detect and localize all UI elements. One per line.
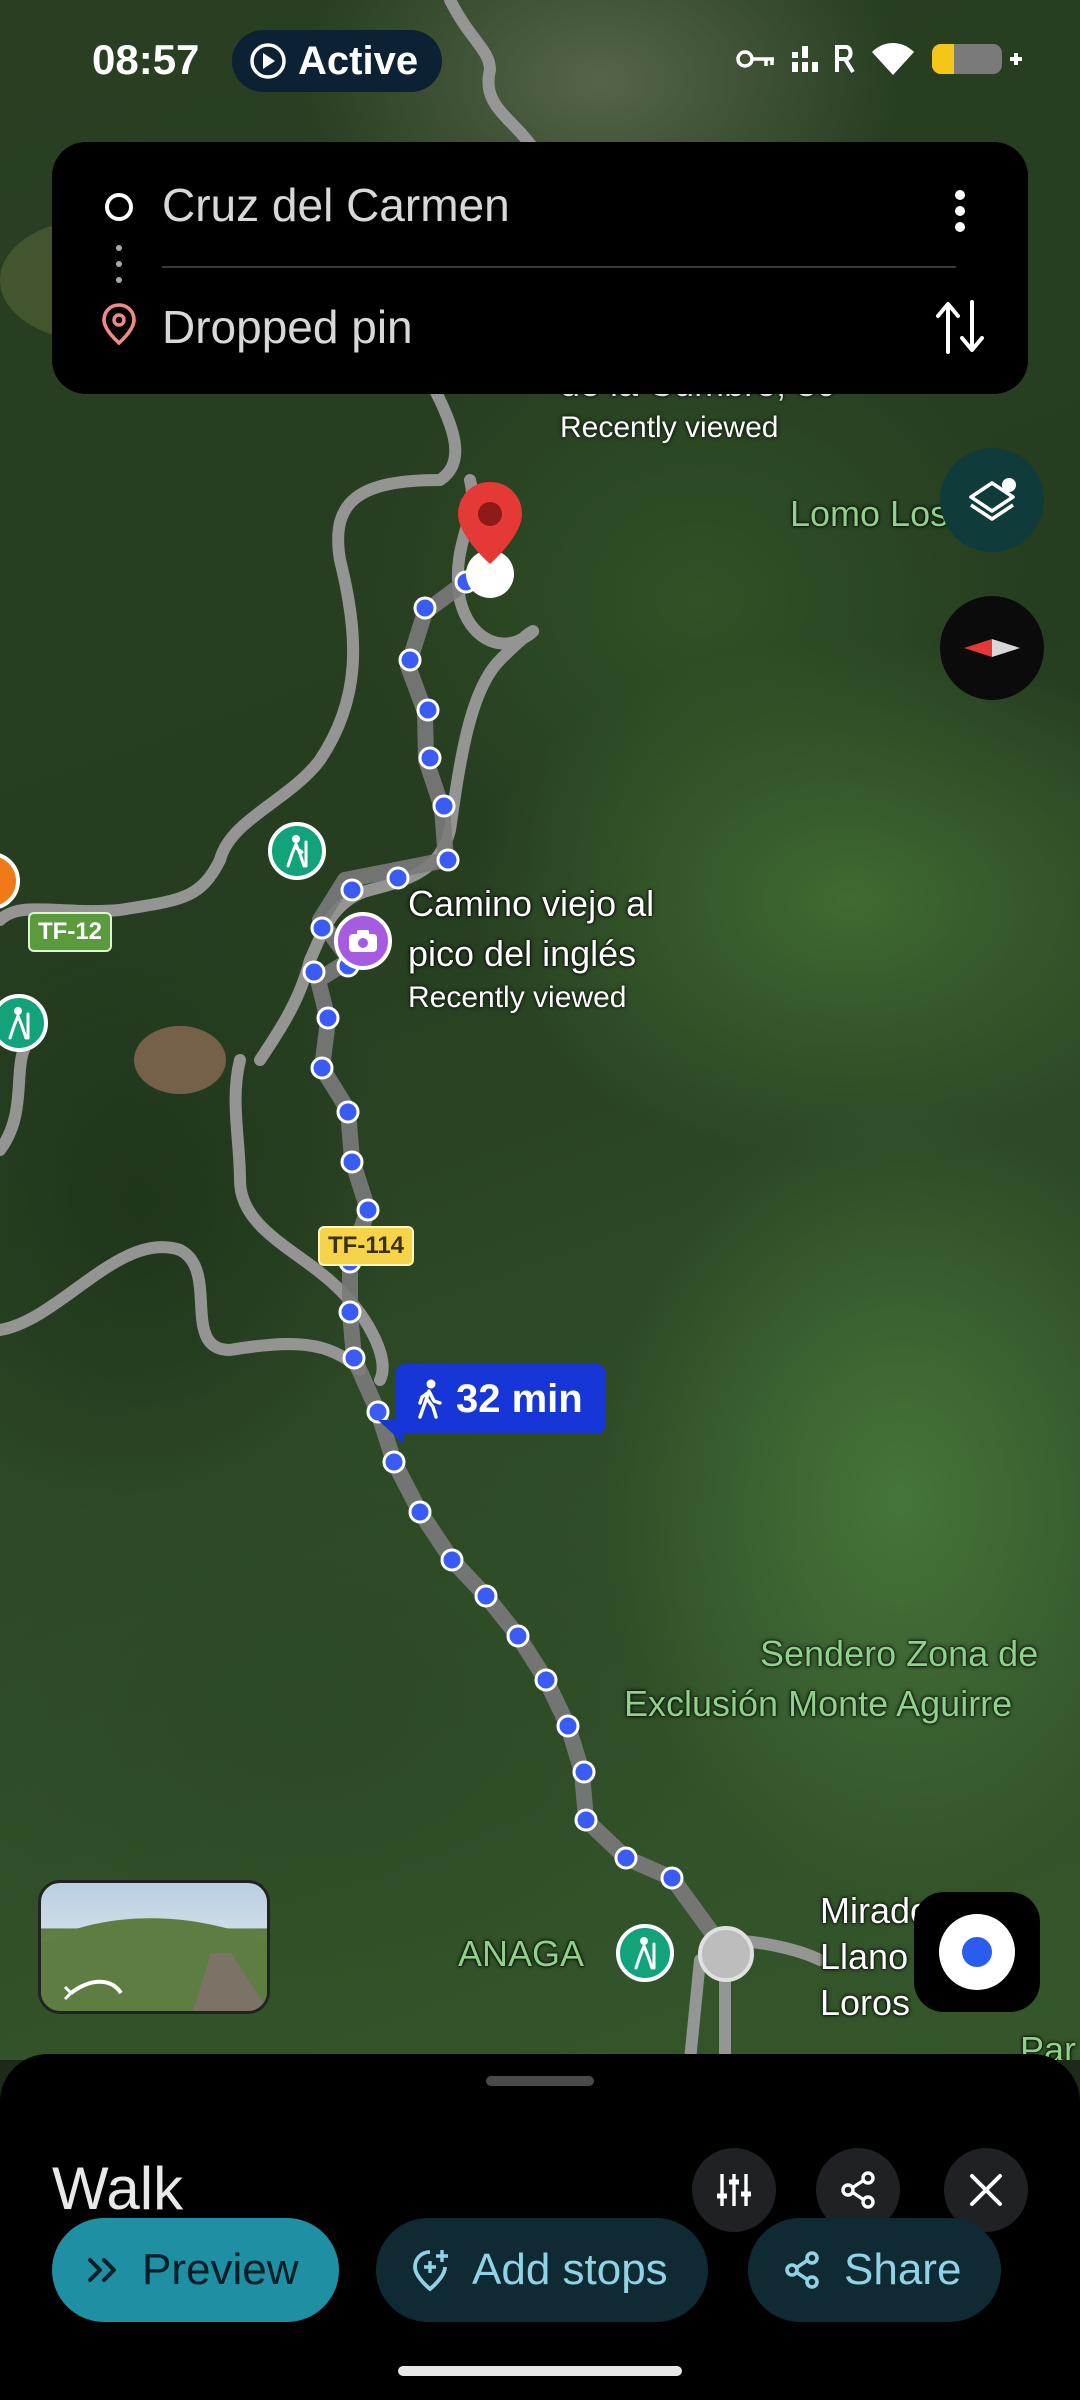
add-location-icon bbox=[413, 2250, 448, 2292]
hiking-poi-icon[interactable] bbox=[268, 822, 326, 880]
road-shield-tf12: TF-12 bbox=[28, 912, 113, 952]
place-sub: Recently viewed bbox=[560, 411, 779, 444]
route-dot bbox=[614, 1846, 638, 1870]
route-connector-dots bbox=[116, 245, 122, 283]
route-dot bbox=[310, 1056, 334, 1080]
compass-button[interactable] bbox=[940, 596, 1044, 700]
route-dot bbox=[506, 1624, 530, 1648]
route-dot bbox=[660, 1866, 684, 1890]
route-dot bbox=[418, 746, 442, 770]
my-location-icon bbox=[939, 1914, 1015, 1990]
route-dot bbox=[440, 1548, 464, 1572]
hiking-poi-icon[interactable] bbox=[616, 1924, 674, 1982]
route-time-label: 32 min bbox=[456, 1376, 583, 1421]
destination-field[interactable]: Dropped pin bbox=[162, 300, 413, 354]
route-dot bbox=[574, 1808, 598, 1832]
destination-pin-icon bbox=[102, 303, 136, 346]
active-label: Active bbox=[298, 38, 419, 83]
add-stops-button[interactable]: Add stops bbox=[376, 2218, 708, 2322]
route-dot bbox=[316, 1006, 340, 1030]
route-dot bbox=[366, 1400, 390, 1424]
share-icon bbox=[785, 2251, 819, 2289]
wifi-icon bbox=[872, 43, 914, 75]
navigation-active-icon bbox=[250, 43, 286, 79]
route-dot bbox=[340, 878, 364, 902]
compass-icon bbox=[964, 639, 1020, 657]
route-dot bbox=[382, 1450, 406, 1474]
route-dot bbox=[302, 960, 326, 984]
layers-icon bbox=[969, 478, 1016, 521]
share-label: Share bbox=[844, 2245, 962, 2294]
roaming-icon bbox=[835, 45, 855, 74]
route-time-bubble[interactable]: 32 min bbox=[396, 1364, 605, 1434]
sheet-drag-handle[interactable] bbox=[486, 2076, 594, 2086]
battery-charging-icon bbox=[932, 44, 1022, 74]
route-dot bbox=[310, 916, 334, 940]
route-dot bbox=[416, 698, 440, 722]
status-clock: 08:57 bbox=[92, 36, 200, 83]
more-options-icon[interactable] bbox=[940, 186, 980, 236]
street-view-thumbnail[interactable] bbox=[38, 1880, 270, 2014]
route-dot bbox=[398, 648, 422, 672]
route-dot bbox=[342, 1346, 366, 1370]
walking-person-icon bbox=[418, 1379, 442, 1419]
status-bar: 08:57 Active bbox=[0, 0, 1080, 120]
camera-poi-icon[interactable] bbox=[334, 912, 392, 970]
anaga-label[interactable]: ANAGA bbox=[458, 1930, 584, 1978]
my-location-button[interactable] bbox=[914, 1892, 1040, 2012]
origin-circle-icon bbox=[105, 193, 133, 221]
origin-field[interactable]: Cruz del Carmen bbox=[162, 178, 510, 232]
street-view-image bbox=[41, 1918, 267, 2011]
route-dot bbox=[432, 794, 456, 818]
road-shield-tf114: TF-114 bbox=[318, 1226, 415, 1266]
directions-card: Cruz del Carmen Dropped pin bbox=[52, 142, 1028, 394]
preview-button[interactable]: Preview bbox=[52, 2218, 339, 2322]
share-button[interactable]: Share bbox=[748, 2218, 1002, 2322]
route-dot bbox=[436, 848, 460, 872]
dropped-pin-icon[interactable] bbox=[452, 478, 528, 602]
route-dot bbox=[386, 866, 410, 890]
route-dot bbox=[474, 1584, 498, 1608]
route-dot bbox=[556, 1714, 580, 1738]
sendero-line2[interactable]: Exclusión Monte Aguirre bbox=[624, 1680, 1012, 1728]
poi-sub: Recently viewed bbox=[408, 981, 627, 1014]
active-indicator-pill[interactable]: Active bbox=[232, 30, 443, 92]
sendero-line1[interactable]: Sendero Zona de bbox=[760, 1630, 1038, 1678]
route-dot bbox=[340, 1150, 364, 1174]
route-dot bbox=[338, 1300, 362, 1324]
double-chevron-icon bbox=[88, 2258, 116, 2282]
status-icons bbox=[736, 40, 1024, 78]
poi-name-line1[interactable]: Camino viejo al bbox=[408, 880, 654, 928]
preview-label: Preview bbox=[142, 2245, 299, 2294]
directions-divider bbox=[162, 266, 956, 268]
directions-bottom-sheet: Walk Preview Add stops Share bbox=[0, 2054, 1080, 2400]
home-gesture-bar[interactable] bbox=[398, 2366, 682, 2376]
route-dot bbox=[336, 1100, 360, 1124]
layers-button[interactable] bbox=[940, 448, 1044, 552]
add-stops-label: Add stops bbox=[472, 2245, 668, 2294]
share-icon bbox=[841, 2171, 875, 2209]
route-dot bbox=[413, 596, 437, 620]
viewpoint-marker[interactable] bbox=[698, 1926, 754, 1982]
close-icon bbox=[970, 2174, 1002, 2206]
route-dot bbox=[356, 1198, 380, 1222]
signal-icon bbox=[792, 46, 818, 72]
poi-name-line2[interactable]: pico del inglés bbox=[408, 930, 636, 978]
vpn-key-icon bbox=[736, 50, 774, 68]
swap-direction-icon[interactable] bbox=[934, 298, 986, 356]
route-dot bbox=[572, 1760, 596, 1784]
route-dot bbox=[534, 1668, 558, 1692]
tune-icon bbox=[717, 2174, 751, 2206]
route-options-button[interactable] bbox=[692, 2148, 776, 2232]
route-dot bbox=[408, 1500, 432, 1524]
travel-mode-title: Walk bbox=[52, 2155, 184, 2222]
